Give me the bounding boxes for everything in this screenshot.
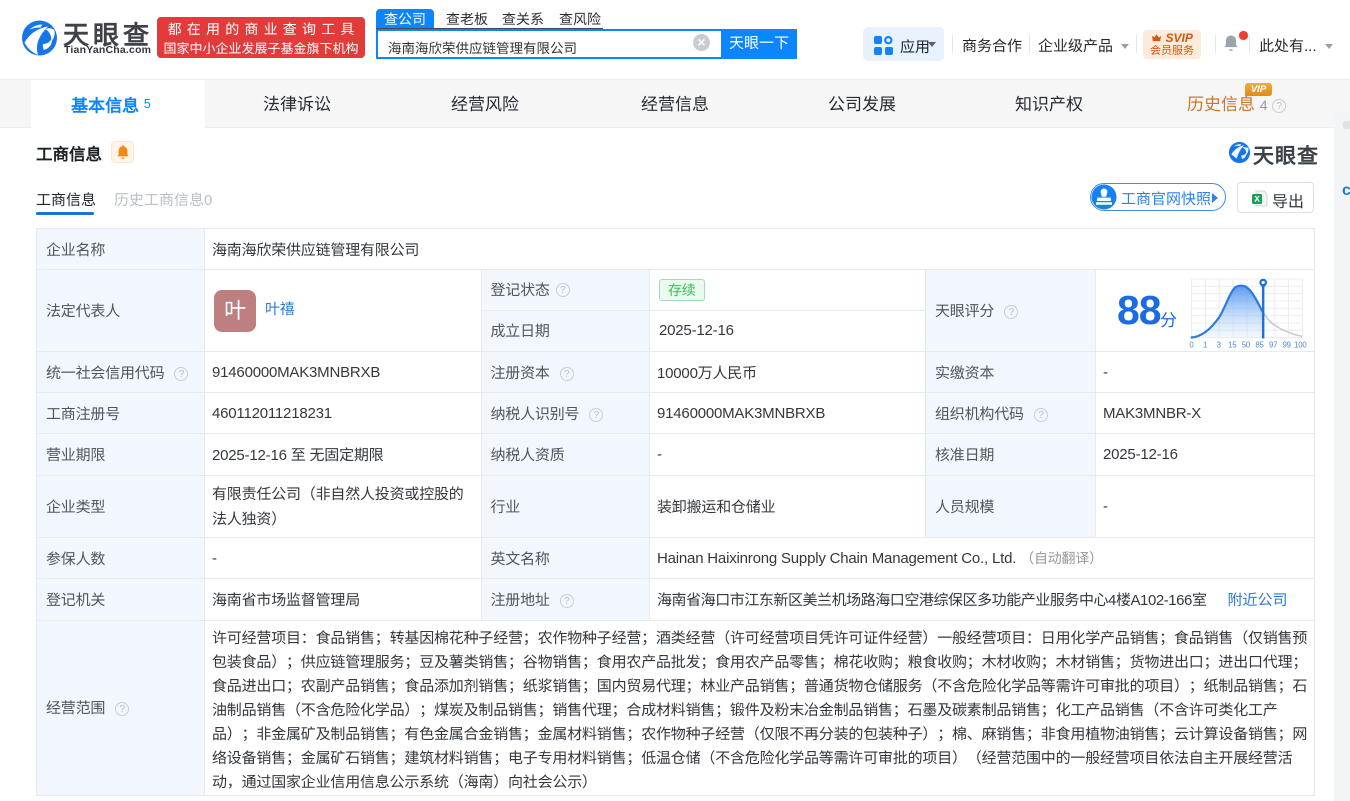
svg-text:50: 50 xyxy=(1242,340,1251,349)
svg-text:85: 85 xyxy=(1255,340,1264,349)
svg-text:15: 15 xyxy=(1228,340,1237,349)
svg-text:3: 3 xyxy=(1217,340,1221,349)
svg-text:100: 100 xyxy=(1294,340,1307,349)
svg-text:97: 97 xyxy=(1269,340,1277,349)
svg-text:1: 1 xyxy=(1203,340,1207,349)
svg-text:0: 0 xyxy=(1189,340,1194,349)
svg-text:99: 99 xyxy=(1283,340,1291,349)
